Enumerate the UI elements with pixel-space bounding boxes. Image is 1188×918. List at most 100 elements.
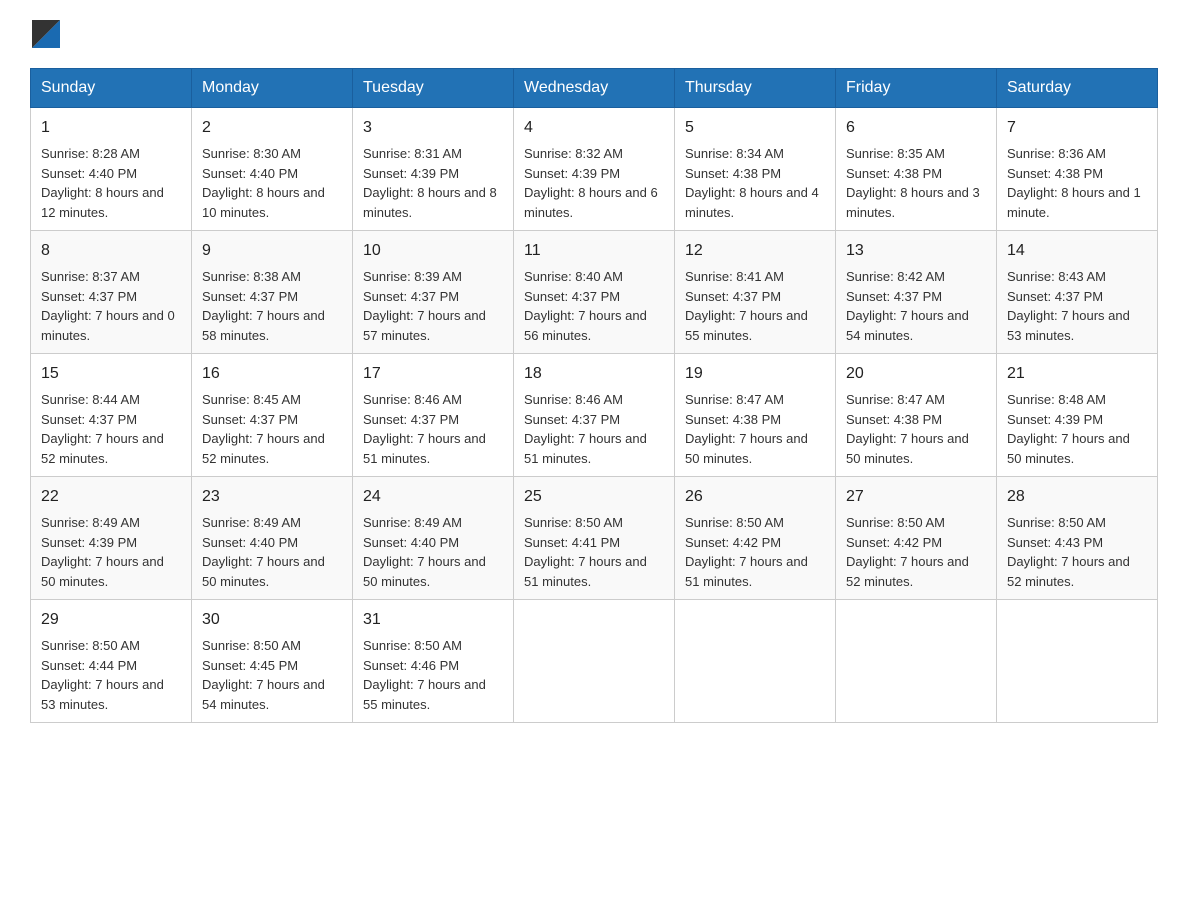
day-info: Sunrise: 8:48 AMSunset: 4:39 PMDaylight:…	[1007, 392, 1130, 466]
calendar-day-cell	[836, 600, 997, 723]
calendar-week-row: 8 Sunrise: 8:37 AMSunset: 4:37 PMDayligh…	[31, 231, 1158, 354]
day-info: Sunrise: 8:32 AMSunset: 4:39 PMDaylight:…	[524, 146, 658, 220]
day-number: 30	[202, 608, 342, 632]
day-number: 5	[685, 116, 825, 140]
calendar-day-cell: 2 Sunrise: 8:30 AMSunset: 4:40 PMDayligh…	[192, 108, 353, 231]
calendar-day-cell: 3 Sunrise: 8:31 AMSunset: 4:39 PMDayligh…	[353, 108, 514, 231]
day-number: 14	[1007, 239, 1147, 263]
calendar-day-cell: 23 Sunrise: 8:49 AMSunset: 4:40 PMDaylig…	[192, 477, 353, 600]
calendar-day-cell: 10 Sunrise: 8:39 AMSunset: 4:37 PMDaylig…	[353, 231, 514, 354]
calendar-week-row: 29 Sunrise: 8:50 AMSunset: 4:44 PMDaylig…	[31, 600, 1158, 723]
calendar-day-cell: 12 Sunrise: 8:41 AMSunset: 4:37 PMDaylig…	[675, 231, 836, 354]
day-number: 20	[846, 362, 986, 386]
calendar-day-cell	[997, 600, 1158, 723]
day-info: Sunrise: 8:31 AMSunset: 4:39 PMDaylight:…	[363, 146, 497, 220]
day-number: 17	[363, 362, 503, 386]
calendar-day-cell: 18 Sunrise: 8:46 AMSunset: 4:37 PMDaylig…	[514, 354, 675, 477]
day-number: 23	[202, 485, 342, 509]
day-number: 7	[1007, 116, 1147, 140]
day-info: Sunrise: 8:30 AMSunset: 4:40 PMDaylight:…	[202, 146, 325, 220]
calendar-day-cell: 19 Sunrise: 8:47 AMSunset: 4:38 PMDaylig…	[675, 354, 836, 477]
day-info: Sunrise: 8:47 AMSunset: 4:38 PMDaylight:…	[846, 392, 969, 466]
day-info: Sunrise: 8:47 AMSunset: 4:38 PMDaylight:…	[685, 392, 808, 466]
calendar-day-cell: 31 Sunrise: 8:50 AMSunset: 4:46 PMDaylig…	[353, 600, 514, 723]
calendar-day-cell: 4 Sunrise: 8:32 AMSunset: 4:39 PMDayligh…	[514, 108, 675, 231]
day-info: Sunrise: 8:49 AMSunset: 4:40 PMDaylight:…	[202, 515, 325, 589]
calendar-day-header: Monday	[192, 69, 353, 108]
calendar-day-cell: 27 Sunrise: 8:50 AMSunset: 4:42 PMDaylig…	[836, 477, 997, 600]
calendar-header-row: SundayMondayTuesdayWednesdayThursdayFrid…	[31, 69, 1158, 108]
logo	[30, 20, 62, 48]
calendar-day-cell	[514, 600, 675, 723]
day-number: 28	[1007, 485, 1147, 509]
day-info: Sunrise: 8:34 AMSunset: 4:38 PMDaylight:…	[685, 146, 819, 220]
calendar-day-cell: 1 Sunrise: 8:28 AMSunset: 4:40 PMDayligh…	[31, 108, 192, 231]
calendar-day-cell: 17 Sunrise: 8:46 AMSunset: 4:37 PMDaylig…	[353, 354, 514, 477]
day-number: 13	[846, 239, 986, 263]
calendar-day-cell: 26 Sunrise: 8:50 AMSunset: 4:42 PMDaylig…	[675, 477, 836, 600]
calendar-day-cell: 14 Sunrise: 8:43 AMSunset: 4:37 PMDaylig…	[997, 231, 1158, 354]
calendar-day-cell: 29 Sunrise: 8:50 AMSunset: 4:44 PMDaylig…	[31, 600, 192, 723]
day-number: 22	[41, 485, 181, 509]
day-info: Sunrise: 8:50 AMSunset: 4:46 PMDaylight:…	[363, 638, 486, 712]
calendar-day-cell: 21 Sunrise: 8:48 AMSunset: 4:39 PMDaylig…	[997, 354, 1158, 477]
calendar-day-cell: 22 Sunrise: 8:49 AMSunset: 4:39 PMDaylig…	[31, 477, 192, 600]
calendar-table: SundayMondayTuesdayWednesdayThursdayFrid…	[30, 68, 1158, 723]
day-number: 12	[685, 239, 825, 263]
day-number: 10	[363, 239, 503, 263]
calendar-day-cell: 8 Sunrise: 8:37 AMSunset: 4:37 PMDayligh…	[31, 231, 192, 354]
day-number: 18	[524, 362, 664, 386]
calendar-day-header: Sunday	[31, 69, 192, 108]
day-info: Sunrise: 8:37 AMSunset: 4:37 PMDaylight:…	[41, 269, 175, 343]
day-info: Sunrise: 8:39 AMSunset: 4:37 PMDaylight:…	[363, 269, 486, 343]
calendar-day-cell: 16 Sunrise: 8:45 AMSunset: 4:37 PMDaylig…	[192, 354, 353, 477]
day-info: Sunrise: 8:50 AMSunset: 4:45 PMDaylight:…	[202, 638, 325, 712]
calendar-day-cell	[675, 600, 836, 723]
day-info: Sunrise: 8:50 AMSunset: 4:42 PMDaylight:…	[846, 515, 969, 589]
day-number: 16	[202, 362, 342, 386]
logo-icon	[32, 20, 60, 48]
day-info: Sunrise: 8:46 AMSunset: 4:37 PMDaylight:…	[363, 392, 486, 466]
calendar-day-cell: 13 Sunrise: 8:42 AMSunset: 4:37 PMDaylig…	[836, 231, 997, 354]
day-info: Sunrise: 8:28 AMSunset: 4:40 PMDaylight:…	[41, 146, 164, 220]
calendar-day-cell: 6 Sunrise: 8:35 AMSunset: 4:38 PMDayligh…	[836, 108, 997, 231]
day-number: 8	[41, 239, 181, 263]
day-info: Sunrise: 8:40 AMSunset: 4:37 PMDaylight:…	[524, 269, 647, 343]
day-number: 24	[363, 485, 503, 509]
day-number: 21	[1007, 362, 1147, 386]
day-number: 4	[524, 116, 664, 140]
day-number: 6	[846, 116, 986, 140]
day-info: Sunrise: 8:50 AMSunset: 4:44 PMDaylight:…	[41, 638, 164, 712]
day-info: Sunrise: 8:49 AMSunset: 4:39 PMDaylight:…	[41, 515, 164, 589]
calendar-day-header: Friday	[836, 69, 997, 108]
day-info: Sunrise: 8:50 AMSunset: 4:41 PMDaylight:…	[524, 515, 647, 589]
day-info: Sunrise: 8:49 AMSunset: 4:40 PMDaylight:…	[363, 515, 486, 589]
day-info: Sunrise: 8:45 AMSunset: 4:37 PMDaylight:…	[202, 392, 325, 466]
day-number: 27	[846, 485, 986, 509]
day-number: 9	[202, 239, 342, 263]
page-header	[30, 20, 1158, 48]
day-info: Sunrise: 8:35 AMSunset: 4:38 PMDaylight:…	[846, 146, 980, 220]
day-info: Sunrise: 8:38 AMSunset: 4:37 PMDaylight:…	[202, 269, 325, 343]
day-info: Sunrise: 8:44 AMSunset: 4:37 PMDaylight:…	[41, 392, 164, 466]
calendar-day-cell: 30 Sunrise: 8:50 AMSunset: 4:45 PMDaylig…	[192, 600, 353, 723]
day-number: 31	[363, 608, 503, 632]
calendar-day-cell: 7 Sunrise: 8:36 AMSunset: 4:38 PMDayligh…	[997, 108, 1158, 231]
calendar-day-cell: 15 Sunrise: 8:44 AMSunset: 4:37 PMDaylig…	[31, 354, 192, 477]
day-info: Sunrise: 8:50 AMSunset: 4:42 PMDaylight:…	[685, 515, 808, 589]
calendar-week-row: 1 Sunrise: 8:28 AMSunset: 4:40 PMDayligh…	[31, 108, 1158, 231]
calendar-day-cell: 9 Sunrise: 8:38 AMSunset: 4:37 PMDayligh…	[192, 231, 353, 354]
calendar-day-header: Tuesday	[353, 69, 514, 108]
calendar-week-row: 22 Sunrise: 8:49 AMSunset: 4:39 PMDaylig…	[31, 477, 1158, 600]
day-number: 29	[41, 608, 181, 632]
calendar-day-cell: 5 Sunrise: 8:34 AMSunset: 4:38 PMDayligh…	[675, 108, 836, 231]
calendar-day-cell: 20 Sunrise: 8:47 AMSunset: 4:38 PMDaylig…	[836, 354, 997, 477]
day-info: Sunrise: 8:41 AMSunset: 4:37 PMDaylight:…	[685, 269, 808, 343]
day-number: 2	[202, 116, 342, 140]
day-info: Sunrise: 8:42 AMSunset: 4:37 PMDaylight:…	[846, 269, 969, 343]
calendar-day-header: Wednesday	[514, 69, 675, 108]
calendar-day-cell: 25 Sunrise: 8:50 AMSunset: 4:41 PMDaylig…	[514, 477, 675, 600]
day-number: 15	[41, 362, 181, 386]
day-info: Sunrise: 8:43 AMSunset: 4:37 PMDaylight:…	[1007, 269, 1130, 343]
day-info: Sunrise: 8:50 AMSunset: 4:43 PMDaylight:…	[1007, 515, 1130, 589]
